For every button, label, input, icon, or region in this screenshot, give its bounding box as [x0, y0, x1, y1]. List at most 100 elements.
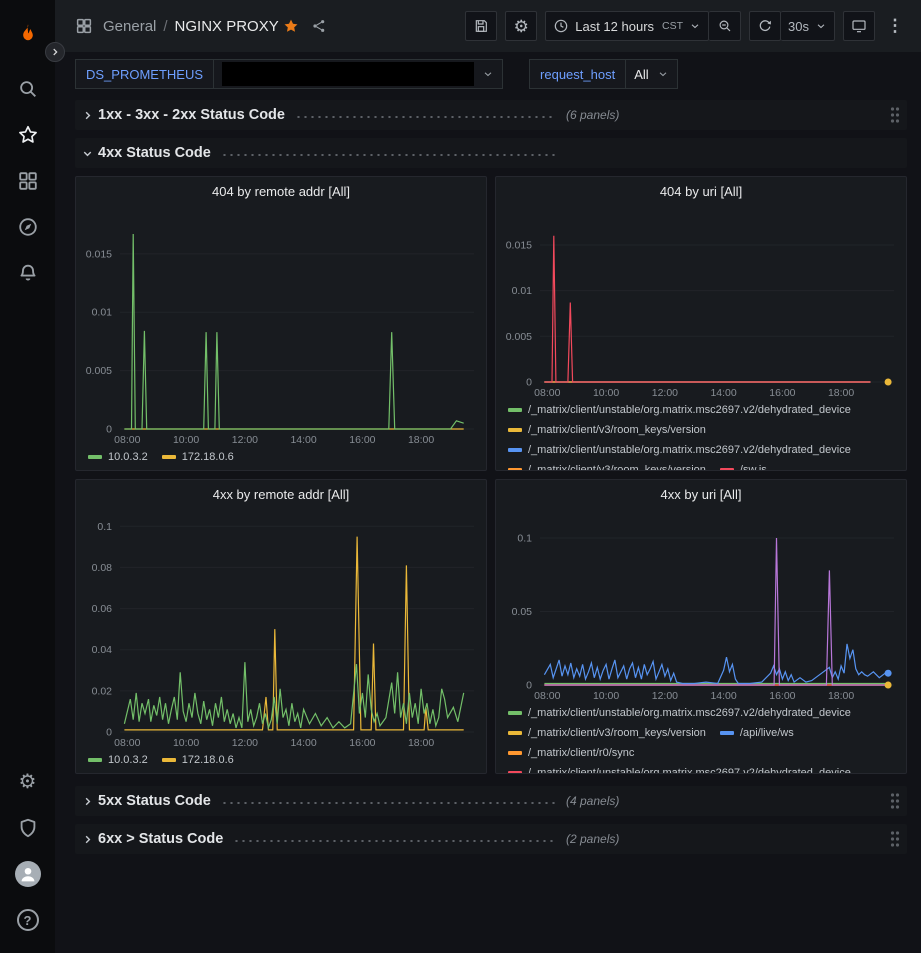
legend-item[interactable]: /_matrix/client/r0/sync: [508, 745, 634, 761]
more-options-kebab-icon[interactable]: ⋮: [883, 11, 907, 41]
series-color-swatch: [508, 448, 522, 452]
variables-bar: DS_PROMETHEUS request_host All: [55, 52, 921, 96]
legend-item[interactable]: 10.0.3.2: [88, 752, 148, 768]
series-color-swatch: [508, 468, 522, 470]
dashboard-settings-button[interactable]: ⚙: [505, 11, 537, 41]
legend-item[interactable]: /api/live/ws: [720, 725, 794, 741]
panel-404-by-uri: 404 by uri [All] 00.0050.010.01508:0010:…: [495, 176, 907, 471]
row-panel-count: (2 panels): [566, 832, 619, 846]
configuration-gear-icon[interactable]: ⚙: [6, 759, 50, 805]
refresh-button[interactable]: [749, 11, 781, 41]
drag-handle-icon[interactable]: [889, 792, 901, 810]
panel-title[interactable]: 404 by uri [All]: [496, 177, 906, 205]
explore-compass-icon[interactable]: [6, 204, 50, 250]
svg-text:14:00: 14:00: [290, 737, 316, 749]
svg-text:18:00: 18:00: [828, 690, 854, 702]
series-color-swatch: [508, 428, 522, 432]
variable-label-ds[interactable]: DS_PROMETHEUS: [75, 59, 213, 89]
save-dashboard-button[interactable]: [465, 11, 497, 41]
refresh-interval-label: 30s: [788, 19, 809, 34]
drag-handle-icon[interactable]: [889, 830, 901, 848]
timeseries-chart[interactable]: 00.050.108:0010:0012:0014:0016:0018:00: [496, 508, 906, 703]
legend-item[interactable]: /_matrix/client/unstable/org.matrix.msc2…: [508, 442, 851, 458]
legend-item[interactable]: /_matrix/client/unstable/org.matrix.msc2…: [508, 765, 851, 773]
time-range-picker[interactable]: Last 12 hours CST: [545, 11, 709, 41]
breadcrumb-section[interactable]: General: [103, 18, 156, 35]
legend-item[interactable]: /_matrix/client/unstable/org.matrix.msc2…: [508, 402, 851, 418]
legend-item[interactable]: 172.18.0.6: [162, 449, 234, 465]
panel-4xx-by-uri: 4xx by uri [All] 00.050.108:0010:0012:00…: [495, 479, 907, 774]
variable-label-request-host[interactable]: request_host: [529, 59, 625, 89]
legend-item[interactable]: 172.18.0.6: [162, 752, 234, 768]
drag-handle-icon[interactable]: [889, 106, 901, 124]
row-header-5xx[interactable]: 5xx Status Code (4 panels): [75, 786, 907, 816]
gear-icon: ⚙: [514, 18, 529, 35]
legend-item[interactable]: /sw.js: [720, 462, 767, 470]
profile-avatar[interactable]: [6, 851, 50, 897]
series-color-swatch: [720, 731, 734, 735]
legend-item[interactable]: /_matrix/client/v3/room_keys/version: [508, 725, 706, 741]
svg-text:10:00: 10:00: [593, 387, 619, 399]
main-area: General / NGINX PROXY ⚙: [55, 0, 921, 953]
zoom-out-time-button[interactable]: [709, 11, 741, 41]
clock-icon: [553, 18, 569, 34]
svg-text:0.005: 0.005: [86, 365, 112, 377]
refresh-interval-dropdown[interactable]: 30s: [781, 11, 835, 41]
search-icon[interactable]: [6, 66, 50, 112]
panel-title[interactable]: 4xx by uri [All]: [496, 480, 906, 508]
svg-text:16:00: 16:00: [349, 434, 375, 446]
server-admin-shield-icon[interactable]: [6, 805, 50, 851]
row-header-1xx[interactable]: 1xx - 3xx - 2xx Status Code (6 panels): [75, 100, 907, 130]
legend-item[interactable]: /_matrix/client/v3/room_keys/version: [508, 462, 706, 470]
series-color-swatch: [508, 771, 522, 773]
svg-text:0.015: 0.015: [506, 240, 532, 252]
svg-text:18:00: 18:00: [408, 434, 434, 446]
row-title: 1xx - 3xx - 2xx Status Code: [98, 107, 285, 123]
svg-text:0: 0: [526, 377, 532, 389]
grafana-logo-icon[interactable]: [6, 8, 50, 60]
svg-text:0.01: 0.01: [512, 285, 533, 297]
timeseries-chart[interactable]: 00.0050.010.01508:0010:0012:0014:0016:00…: [76, 205, 486, 447]
chart-legend: /_matrix/client/unstable/org.matrix.msc2…: [496, 703, 906, 773]
variable-value-request-host-dropdown[interactable]: All: [625, 59, 677, 89]
kiosk-mode-button[interactable]: [843, 11, 875, 41]
svg-text:0.01: 0.01: [92, 307, 113, 319]
svg-text:18:00: 18:00: [408, 737, 434, 749]
chevron-down-icon: [482, 68, 494, 80]
grafana-app: ⚙ ? General / NGINX PROXY: [0, 0, 921, 953]
favorite-star-icon[interactable]: [283, 18, 299, 34]
timeseries-chart[interactable]: 00.0050.010.01508:0010:0012:0014:0016:00…: [496, 205, 906, 400]
series-color-swatch: [162, 455, 176, 459]
legend-item[interactable]: 10.0.3.2: [88, 449, 148, 465]
apps-grid-icon[interactable]: [75, 17, 93, 35]
dotted-leader: [221, 154, 556, 156]
chart-canvas: 00.020.040.060.080.108:0010:0012:0014:00…: [76, 508, 486, 750]
help-icon[interactable]: ?: [6, 897, 50, 943]
toolbar: ⚙ Last 12 hours CST: [465, 11, 907, 41]
svg-text:14:00: 14:00: [710, 387, 736, 399]
row-header-4xx[interactable]: 4xx Status Code: [75, 138, 907, 168]
series-color-swatch: [508, 731, 522, 735]
panel-title[interactable]: 404 by remote addr [All]: [76, 177, 486, 205]
row-title: 6xx > Status Code: [98, 831, 223, 847]
panel-404-by-remote-addr: 404 by remote addr [All] 00.0050.010.015…: [75, 176, 487, 471]
row-title: 5xx Status Code: [98, 793, 211, 809]
dashboards-icon[interactable]: [6, 158, 50, 204]
legend-item[interactable]: /_matrix/client/v3/room_keys/version: [508, 422, 706, 438]
svg-text:10:00: 10:00: [593, 690, 619, 702]
legend-label: /api/live/ws: [740, 725, 794, 741]
panel-title[interactable]: 4xx by remote addr [All]: [76, 480, 486, 508]
alerting-bell-icon[interactable]: [6, 250, 50, 296]
svg-text:08:00: 08:00: [534, 387, 560, 399]
share-icon[interactable]: [311, 18, 327, 34]
series-color-swatch: [720, 468, 734, 470]
legend-label: /_matrix/client/unstable/org.matrix.msc2…: [528, 765, 851, 773]
expand-menu-button[interactable]: [45, 42, 65, 62]
legend-label: /_matrix/client/v3/room_keys/version: [528, 422, 706, 438]
legend-item[interactable]: /_matrix/client/unstable/org.matrix.msc2…: [508, 705, 851, 721]
starred-dashboards-icon[interactable]: [6, 112, 50, 158]
variable-value-ds-dropdown[interactable]: [213, 59, 503, 89]
timeseries-chart[interactable]: 00.020.040.060.080.108:0010:0012:0014:00…: [76, 508, 486, 750]
svg-text:16:00: 16:00: [769, 387, 795, 399]
row-header-6xx[interactable]: 6xx > Status Code (2 panels): [75, 824, 907, 854]
